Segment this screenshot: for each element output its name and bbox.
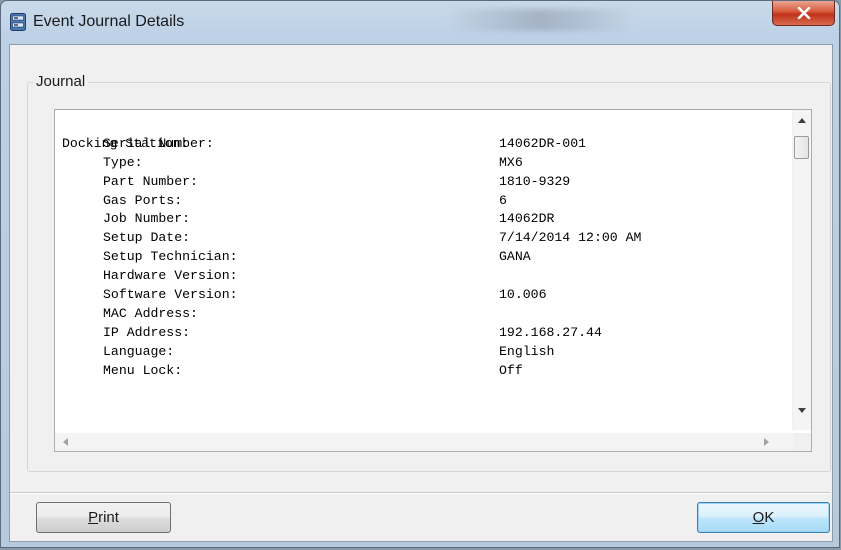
journal-row-label: Type: xyxy=(103,154,143,170)
ok-button[interactable]: OK xyxy=(697,502,830,533)
obscured-region xyxy=(451,9,631,31)
journal-row: Software Version: 10.006 xyxy=(62,286,782,305)
journal-row-label: Part Number: xyxy=(103,173,198,189)
journal-row: Hardware Version: xyxy=(62,267,782,286)
journal-group-label: Journal xyxy=(33,73,89,90)
journal-row: Setup Technician: GANA xyxy=(62,248,782,267)
journal-row: Type: MX6 xyxy=(62,154,782,173)
horizontal-scrollbar[interactable] xyxy=(55,433,794,451)
journal-row-label: Gas Ports: xyxy=(103,192,183,208)
chevron-left-icon xyxy=(63,438,68,446)
journal-section-header: Docking Station: xyxy=(62,116,782,151)
scroll-up-arrow[interactable] xyxy=(793,112,811,129)
journal-row: Gas Ports: 6 xyxy=(62,192,782,211)
scroll-left-arrow[interactable] xyxy=(57,433,74,451)
journal-row: Part Number: 1810-9329 xyxy=(62,173,782,192)
ok-mnemonic: O xyxy=(752,509,765,526)
print-button[interactable]: Print xyxy=(36,502,171,533)
journal-row: MAC Address: xyxy=(62,305,782,324)
chevron-down-icon xyxy=(798,408,806,413)
journal-row: Job Number: 14062DR xyxy=(62,210,782,229)
journal-row-value: GANA xyxy=(499,249,531,265)
window-title: Event Journal Details xyxy=(33,13,185,30)
journal-row: IP Address: 192.168.27.44 xyxy=(62,324,782,343)
close-icon xyxy=(797,7,810,19)
vertical-scroll-thumb[interactable] xyxy=(794,136,809,159)
journal-row-label: Software Version: xyxy=(103,287,238,303)
print-mnemonic: P xyxy=(88,509,99,526)
journal-row-label: Menu Lock: xyxy=(103,362,183,378)
chevron-up-icon xyxy=(798,118,806,123)
journal-row-label: Setup Technician: xyxy=(103,249,238,265)
journal-row: Menu Lock: Off xyxy=(62,362,782,381)
journal-row-label: Job Number: xyxy=(103,211,191,227)
journal-row-label: Serial Number: xyxy=(103,135,214,151)
chevron-right-icon xyxy=(764,438,769,446)
vertical-scrollbar[interactable] xyxy=(792,110,811,430)
close-button[interactable] xyxy=(772,1,835,26)
journal-row-label: IP Address: xyxy=(103,324,191,340)
scroll-right-arrow[interactable] xyxy=(758,433,775,451)
scroll-down-arrow[interactable] xyxy=(793,402,811,419)
journal-row-value: 192.168.27.44 xyxy=(499,324,602,340)
print-label-rest: rint xyxy=(98,509,119,526)
scrollbar-corner xyxy=(793,433,811,451)
button-separator xyxy=(10,492,830,494)
journal-row-value: 7/14/2014 12:00 AM xyxy=(499,230,642,246)
title-bar[interactable]: Event Journal Details xyxy=(1,1,839,45)
journal-row-value: 6 xyxy=(499,192,507,208)
journal-row-value: Off xyxy=(499,362,523,378)
journal-row-value: English xyxy=(499,343,555,359)
journal-row-value: MX6 xyxy=(499,154,523,170)
journal-row: Language: English xyxy=(62,343,782,362)
journal-row-value: 10.006 xyxy=(499,287,547,303)
journal-row-label: Hardware Version: xyxy=(103,268,238,284)
journal-row-label: Language: xyxy=(103,343,175,359)
journal-row: Setup Date: 7/14/2014 12:00 AM xyxy=(62,229,782,248)
journal-row-value: 1810-9329 xyxy=(499,173,571,189)
journal-row-label: MAC Address: xyxy=(103,305,198,321)
journal-text-content: Docking Station: Serial Number: 14062DR-0… xyxy=(62,116,782,422)
journal-textbox[interactable]: Docking Station: Serial Number: 14062DR-0… xyxy=(54,109,812,452)
journal-row-label: Setup Date: xyxy=(103,230,191,246)
server-icon xyxy=(10,13,26,31)
journal-row-value: 14062DR xyxy=(499,211,555,227)
journal-row-value: 14062DR-001 xyxy=(499,135,587,151)
ok-label-rest: K xyxy=(764,509,775,526)
journal-row: Serial Number: 14062DR-001 xyxy=(62,135,782,154)
